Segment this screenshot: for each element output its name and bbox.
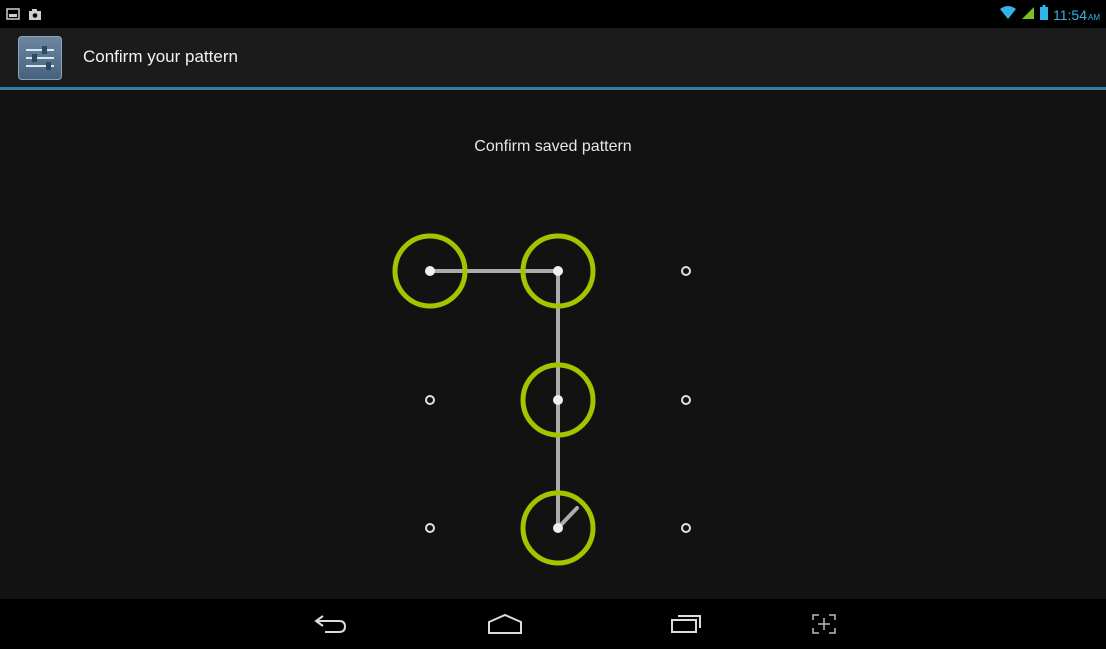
home-icon <box>488 613 522 634</box>
navigation-bar <box>0 599 1106 649</box>
pattern-dot-3[interactable] <box>681 266 691 276</box>
pattern-dot-5[interactable] <box>553 395 563 405</box>
recent-apps-button[interactable] <box>662 609 710 639</box>
screenshot-icon <box>812 614 836 634</box>
pattern-dot-6[interactable] <box>681 395 691 405</box>
home-button[interactable] <box>481 609 529 639</box>
recent-apps-icon <box>671 615 701 633</box>
pattern-dot-7[interactable] <box>425 523 435 533</box>
pattern-dot-4[interactable] <box>425 395 435 405</box>
screenshot-button[interactable] <box>800 609 848 639</box>
back-icon <box>314 615 347 633</box>
pattern-dot-8[interactable] <box>553 523 563 533</box>
pattern-lock-grid[interactable] <box>0 0 1106 649</box>
back-button[interactable] <box>307 609 355 639</box>
pattern-path-line <box>430 269 560 528</box>
pattern-dot-9[interactable] <box>681 523 691 533</box>
pattern-dot-1[interactable] <box>425 266 435 276</box>
pattern-dot-2[interactable] <box>553 266 563 276</box>
